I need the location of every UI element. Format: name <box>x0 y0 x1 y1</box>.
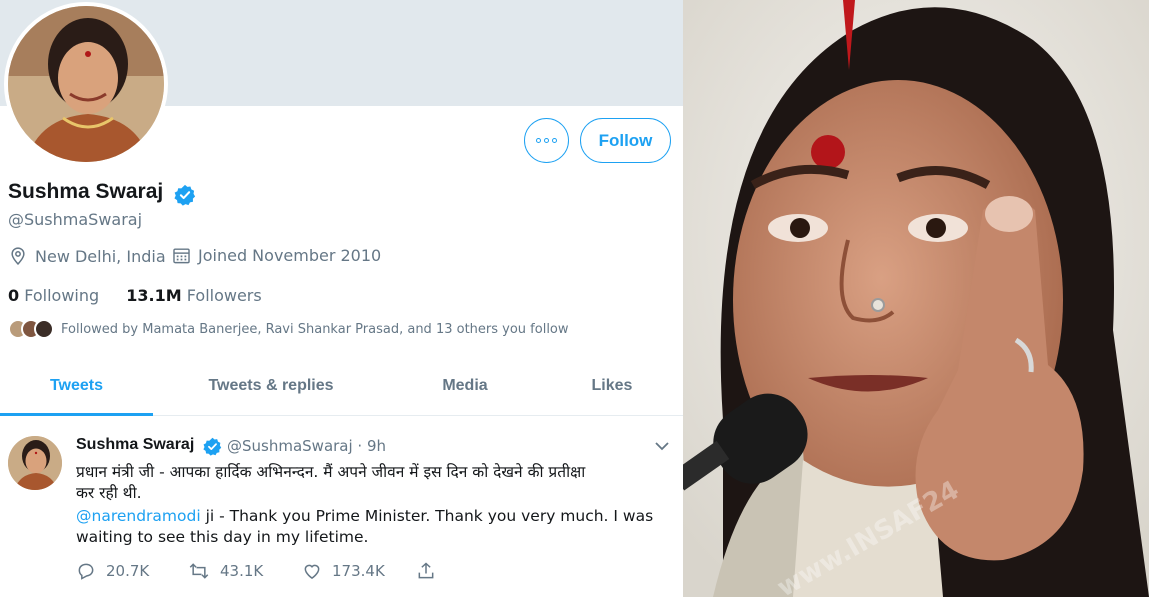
tab-likes[interactable]: Likes <box>575 368 649 416</box>
tab-tweets-replies[interactable]: Tweets & replies <box>180 368 362 416</box>
calendar-icon <box>173 248 190 264</box>
twitter-profile-screenshot: Follow Sushma Swaraj @SushmaSwaraj New D… <box>0 0 683 597</box>
like-button[interactable]: 173.4K <box>302 561 385 581</box>
profile-location: New Delhi, India <box>8 246 166 266</box>
location-icon <box>11 247 25 265</box>
reply-icon <box>78 563 94 580</box>
followers-count-link[interactable]: 13.1M Followers <box>126 286 261 305</box>
mention-link[interactable]: @narendramodi <box>76 507 201 525</box>
more-options-button[interactable] <box>524 118 569 163</box>
tweet-author-name[interactable]: Sushma Swaraj <box>76 436 194 454</box>
follow-counts: 0 Following 13.1M Followers <box>8 286 262 305</box>
retweet-button[interactable]: 43.1K <box>188 561 263 581</box>
share-icon <box>418 562 434 579</box>
followed-by-row[interactable]: Followed by Mamata Banerjee, Ravi Shanka… <box>8 318 569 340</box>
news-photo: www.INSAF24 <box>683 0 1149 597</box>
chevron-down-icon[interactable] <box>654 440 670 452</box>
following-count-link[interactable]: 0 Following <box>8 286 99 305</box>
portrait-photo: www.INSAF24 <box>683 0 1149 597</box>
profile-name: Sushma Swaraj <box>8 180 164 203</box>
like-icon <box>304 564 320 579</box>
profile-avatar[interactable] <box>4 2 168 166</box>
share-button[interactable] <box>416 561 446 581</box>
joined-text: Joined November 2010 <box>198 246 382 265</box>
more-icon <box>536 138 541 143</box>
followed-by-text: Followed by Mamata Banerjee, Ravi Shanka… <box>61 321 569 337</box>
profile-tabs: Tweets Tweets & replies Media Likes <box>0 368 683 416</box>
follower-avatar <box>34 319 54 339</box>
verified-badge-icon <box>203 437 222 456</box>
tweet-handle-time: @SushmaSwaraj · 9h <box>227 437 387 455</box>
tweet-text-hindi: प्रधान मंत्री जी - आपका हार्दिक अभिनन्दन… <box>76 463 586 502</box>
tab-media[interactable]: Media <box>420 368 510 416</box>
reply-button[interactable]: 20.7K <box>76 561 149 581</box>
verified-badge-icon <box>174 184 196 206</box>
location-text: New Delhi, India <box>35 246 166 266</box>
tweet-avatar[interactable] <box>8 436 62 490</box>
profile-handle: @SushmaSwaraj <box>8 210 143 229</box>
profile-joined: Joined November 2010 <box>172 246 381 265</box>
follow-button[interactable]: Follow <box>580 118 671 163</box>
retweet-icon <box>189 563 209 579</box>
tab-tweets[interactable]: Tweets <box>0 368 153 416</box>
tweet-text-english: @narendramodi ji - Thank you Prime Minis… <box>76 507 654 546</box>
